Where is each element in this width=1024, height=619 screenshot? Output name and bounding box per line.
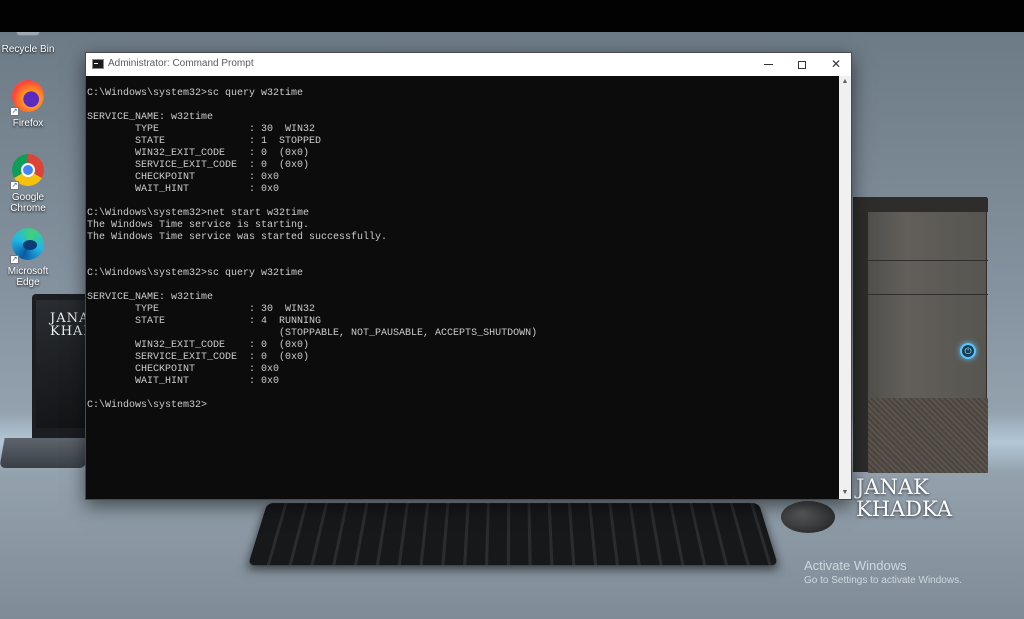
console-line: C:\Windows\system32>net start w32time [87, 208, 310, 219]
wallpaper-keyboard [248, 503, 778, 566]
console-line: WAIT_HINT : 0x0 [87, 376, 280, 387]
tower-mesh [868, 398, 988, 473]
cmd-icon [92, 59, 104, 69]
power-icon: ⏻ [960, 343, 976, 359]
desktop-icon-label: Recycle Bin [1, 44, 55, 55]
console-line: CHECKPOINT : 0x0 [87, 172, 280, 183]
console-line: TYPE : 30 WIN32 [87, 124, 316, 135]
chrome-icon: ↗ [10, 154, 46, 190]
close-icon: ✕ [830, 57, 842, 71]
close-button[interactable]: ✕ [819, 53, 853, 76]
activation-subtitle: Go to Settings to activate Windows. [804, 575, 962, 586]
console-line: STATE : 1 STOPPED [87, 136, 322, 147]
console-line: WIN32_EXIT_CODE : 0 (0x0) [87, 340, 310, 351]
maximize-icon [798, 60, 806, 69]
wallpaper-mouse [781, 501, 835, 533]
desktop-icon-label: Microsoft Edge [7, 266, 49, 288]
title-bar[interactable]: Administrator: Command Prompt ✕ [86, 53, 851, 76]
desktop-icon-recycle-bin[interactable]: Recycle Bin [0, 32, 60, 55]
recycle-bin-icon [10, 32, 46, 42]
console-line: The Windows Time service is starting. [87, 220, 310, 231]
brand-watermark: JANAK KHADKA [856, 475, 953, 521]
laptop-screen-text: JANA KHADK [50, 311, 88, 339]
top-letterbox [0, 0, 1024, 32]
desktop-icon-edge[interactable]: ↗ Microsoft Edge [0, 228, 60, 288]
console-line: C:\Windows\system32>sc query w32time [87, 268, 304, 279]
vertical-scrollbar[interactable]: ▲ ▼ [839, 76, 851, 499]
activation-title: Activate Windows [804, 558, 907, 573]
console-line: C:\Windows\system32> [87, 400, 208, 411]
wallpaper-tower-pc: ⏻ [853, 197, 988, 473]
maximize-button[interactable] [785, 53, 819, 76]
console-line: C:\Windows\system32>sc query w32time [87, 88, 304, 99]
console-line: (STOPPABLE, NOT_PAUSABLE, ACCEPTS_SHUTDO… [87, 328, 538, 339]
console-line: SERVICE_NAME: w32time [87, 112, 214, 123]
console-line: WIN32_EXIT_CODE : 0 (0x0) [87, 148, 310, 159]
desktop-icon-label: Firefox [12, 118, 44, 129]
desktop-icon-chrome[interactable]: ↗ Google Chrome [0, 154, 60, 214]
command-prompt-window[interactable]: Administrator: Command Prompt ✕ C:\Windo… [85, 52, 852, 500]
scroll-up-icon[interactable]: ▲ [839, 76, 851, 88]
console-line: The Windows Time service was started suc… [87, 232, 388, 243]
desktop-icon-label: Google Chrome [10, 192, 46, 214]
console-line: SERVICE_EXIT_CODE : 0 (0x0) [87, 160, 310, 171]
firefox-icon: ↗ [10, 80, 46, 116]
wallpaper-laptop-base [0, 438, 91, 468]
wallpaper-laptop: JANA KHADK [32, 294, 88, 440]
edge-icon: ↗ [10, 228, 46, 264]
laptop-screen: JANA KHADK [36, 300, 88, 428]
console-line: SERVICE_EXIT_CODE : 0 (0x0) [87, 352, 310, 363]
console-line: STATE : 4 RUNNING [87, 316, 322, 327]
activation-watermark: Activate Windows Go to Settings to activ… [804, 558, 962, 588]
scroll-thumb[interactable] [841, 88, 849, 486]
scroll-down-icon[interactable]: ▼ [839, 487, 851, 499]
console-line: WAIT_HINT : 0x0 [87, 184, 280, 195]
minimize-icon [763, 64, 773, 66]
console-output[interactable]: C:\Windows\system32>sc query w32time SER… [86, 76, 839, 499]
minimize-button[interactable] [751, 53, 785, 76]
console-line: TYPE : 30 WIN32 [87, 304, 316, 315]
console-line: SERVICE_NAME: w32time [87, 292, 214, 303]
desktop-icon-firefox[interactable]: ↗ Firefox [0, 80, 60, 129]
console-line: CHECKPOINT : 0x0 [87, 364, 280, 375]
window-title: Administrator: Command Prompt [108, 58, 254, 69]
